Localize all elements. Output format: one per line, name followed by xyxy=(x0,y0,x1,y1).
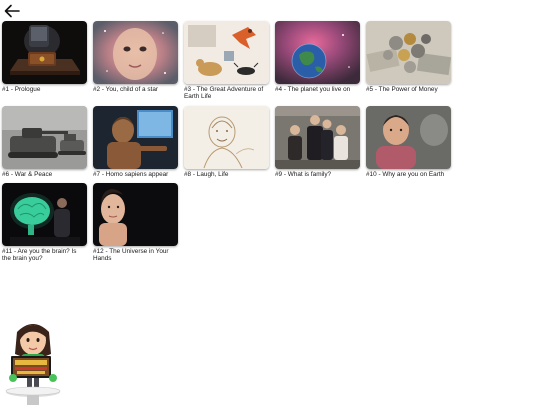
episode-tile-7[interactable]: #7 - Homo sapiens appear xyxy=(93,106,178,178)
episode-title: #4 - The planet you live on xyxy=(275,86,351,93)
mii-host-icon xyxy=(3,318,63,405)
episode-tile-2[interactable]: #2 - You, child of a star xyxy=(93,21,178,93)
episode-title: #6 - War & Peace xyxy=(2,171,53,178)
sketch-portrait-thumbnail xyxy=(184,106,269,169)
episode-title: #9 - What is family? xyxy=(275,171,332,178)
tanks-thumbnail xyxy=(2,106,87,169)
episode-title: #1 - Prologue xyxy=(2,86,41,93)
episode-tile-12[interactable]: #12 - The Universe in Your Hands xyxy=(93,183,178,263)
episode-title: #10 - Why are you on Earth xyxy=(366,171,445,178)
episode-tile-5[interactable]: #5 - The Power of Money xyxy=(366,21,451,93)
girl-looking-up-thumbnail xyxy=(93,183,178,246)
episode-tile-6[interactable]: #6 - War & Peace xyxy=(2,106,87,178)
boy-portrait-thumbnail xyxy=(366,106,451,169)
animals-collage-thumbnail xyxy=(184,21,269,84)
episode-tile-4[interactable]: #4 - The planet you live on xyxy=(275,21,360,93)
episode-title: #3 - The Great Adventure of Earth Life xyxy=(184,86,264,101)
episode-tile-11[interactable]: #11 - Are you the brain? Is the brain yo… xyxy=(2,183,87,263)
child-face-nebula-thumbnail xyxy=(93,21,178,84)
episode-title: #7 - Homo sapiens appear xyxy=(93,171,169,178)
coins-banknotes-thumbnail xyxy=(366,21,451,84)
tv-box-on-table-thumbnail xyxy=(2,21,87,84)
arrow-left-icon xyxy=(4,4,20,18)
episode-tile-8[interactable]: #8 - Laugh, Life xyxy=(184,106,269,178)
episode-tile-10[interactable]: #10 - Why are you on Earth xyxy=(366,106,451,178)
episode-tile-3[interactable]: #3 - The Great Adventure of Earth Life xyxy=(184,21,269,101)
episode-title: #8 - Laugh, Life xyxy=(184,171,229,178)
earth-nebula-thumbnail xyxy=(275,21,360,84)
episode-tile-1[interactable]: #1 - Prologue xyxy=(2,21,87,93)
episode-tile-9[interactable]: #9 - What is family? xyxy=(275,106,360,178)
episode-title: #12 - The Universe in Your Hands xyxy=(93,248,169,263)
glowing-brain-thumbnail xyxy=(2,183,87,246)
episode-title: #2 - You, child of a star xyxy=(93,86,159,93)
family-portrait-thumbnail xyxy=(275,106,360,169)
episode-title: #11 - Are you the brain? Is the brain yo… xyxy=(2,248,77,263)
back-button[interactable] xyxy=(1,1,23,21)
episode-title: #5 - The Power of Money xyxy=(366,86,438,93)
early-human-thumbnail xyxy=(93,106,178,169)
